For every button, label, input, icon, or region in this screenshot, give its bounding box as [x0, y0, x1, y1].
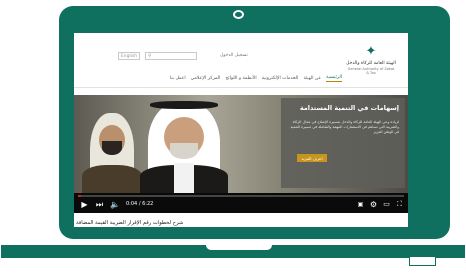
- laptop-slot: [409, 256, 436, 266]
- nav-divider: [74, 87, 408, 88]
- fullscreen-icon[interactable]: ⛶: [395, 200, 404, 209]
- logo: ✦ الهيئة العامة للزكاة والدخل General Au…: [346, 45, 396, 79]
- logo-arabic-text: الهيئة العامة للزكاة والدخل: [346, 61, 396, 66]
- promo-card: إسهامات في التنمية المستدامة لزيادة وعي …: [281, 98, 405, 188]
- language-button[interactable]: English: [118, 52, 140, 60]
- captions-icon[interactable]: ▣: [356, 200, 365, 209]
- nav-item-home[interactable]: الرئيسية: [326, 75, 342, 82]
- hero-video-frame[interactable]: إسهامات في التنمية المستدامة لزيادة وعي …: [74, 95, 408, 193]
- nav-item-careers[interactable]: اعمل بنا: [170, 76, 186, 81]
- volume-icon[interactable]: 🔈: [110, 200, 120, 209]
- video-progress-bar[interactable]: [78, 195, 404, 197]
- laptop-screen: English ⚲ تسجيل الدخول ✦ الهيئة العامة ل…: [74, 33, 408, 227]
- site-header: English ⚲ تسجيل الدخول ✦ الهيئة العامة ل…: [74, 33, 408, 95]
- settings-gear-icon[interactable]: ⚙: [369, 200, 378, 209]
- video-progress-fill: [78, 195, 82, 197]
- main-nav: الرئيسية عن الهيئة الخدمات الإلكترونية ا…: [110, 73, 342, 83]
- laptop-hinge: [206, 245, 272, 250]
- search-icon: ⚲: [148, 53, 152, 59]
- learn-more-button[interactable]: اعرف المزيد: [297, 154, 327, 162]
- logo-english-text: General Authority of Zakat & Tax: [347, 67, 395, 75]
- hero-portrait-center: [140, 101, 228, 193]
- play-icon[interactable]: ▶: [80, 200, 89, 209]
- palm-logo-icon: ✦: [365, 44, 377, 59]
- login-link[interactable]: تسجيل الدخول: [220, 53, 248, 58]
- search-input[interactable]: ⚲: [145, 52, 197, 60]
- promo-title: إسهامات في التنمية المستدامة: [299, 104, 399, 112]
- nav-item-about[interactable]: عن الهيئة: [303, 76, 321, 81]
- nav-item-regulations[interactable]: الأنظمة و اللوائح: [225, 76, 256, 81]
- hero-portrait-left: [82, 113, 142, 193]
- video-time: 0:04 / 6:22: [126, 201, 154, 207]
- theater-mode-icon[interactable]: ▭: [382, 200, 391, 209]
- next-icon[interactable]: ⏭: [95, 200, 104, 209]
- nav-item-eservices[interactable]: الخدمات الإلكترونية: [262, 76, 299, 81]
- video-caption: شرح لخطوات رقم الإقرار الضريبة القيمة ال…: [76, 220, 184, 226]
- promo-text: لزيادة وعي الهيئة العامة للزكاة والدخل ب…: [290, 120, 399, 134]
- camera-icon: [233, 10, 244, 19]
- video-controls: ▶ ⏭ 🔈 0:04 / 6:22 ▣ ⚙ ▭ ⛶: [74, 193, 408, 213]
- nav-item-media[interactable]: المركز الإعلامي: [191, 76, 221, 81]
